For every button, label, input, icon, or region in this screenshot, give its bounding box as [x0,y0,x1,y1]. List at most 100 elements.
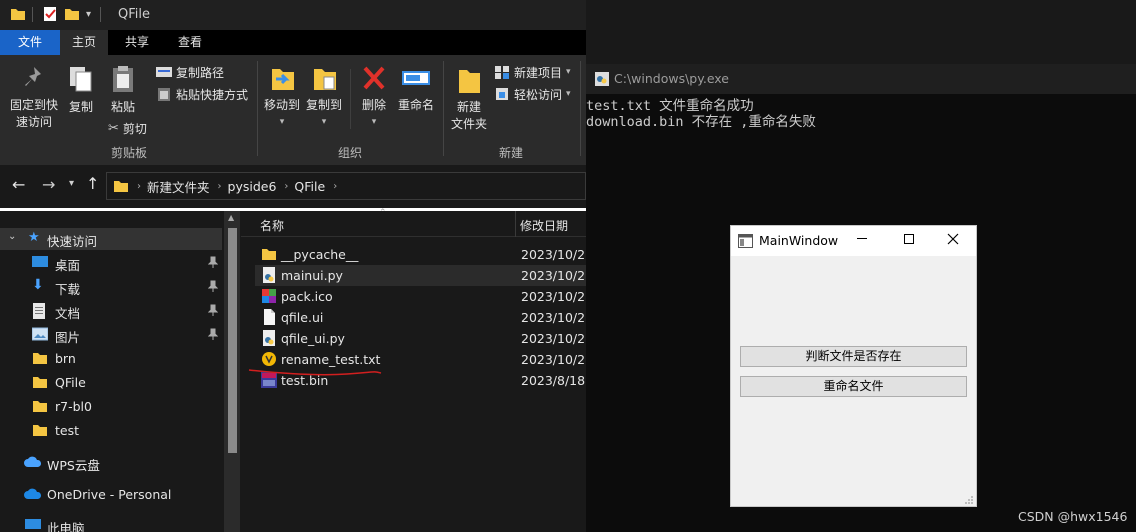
up-arrow-icon[interactable]: ↑ [86,174,99,193]
group-divider [443,61,444,156]
file-row-qfile-ui-py[interactable]: qfile_ui.py 2023/10/23 [255,328,586,349]
breadcrumb-separator-icon: › [137,180,141,192]
nav-item-desktop[interactable]: 桌面 [0,252,222,274]
python-file-icon [261,330,277,346]
nav-item-r7-bl0[interactable]: r7-bl0 [0,396,222,418]
star-icon: ★ [28,230,40,245]
rename-button[interactable]: 重命名 [396,63,436,114]
easy-access-button[interactable]: 轻松访问 ▾ [494,85,571,103]
close-icon[interactable] [947,233,959,245]
folder-icon [261,246,277,262]
folder-icon [32,399,48,413]
forward-arrow-icon[interactable]: → [42,175,55,194]
qt-main-window: MainWindow 判断文件是否存在 重命名文件 [730,225,977,507]
breadcrumb-item[interactable]: pyside6 [228,179,277,194]
nav-item-documents[interactable]: 文档 [0,300,222,322]
window-title: QFile [118,7,150,22]
copy-button[interactable]: 复制 [62,65,100,116]
chevron-down-icon: ▾ [321,117,327,127]
nav-item-wps-cloud[interactable]: WPS云盘 [0,452,222,474]
cloud-icon [24,455,42,469]
new-item-icon [494,65,510,79]
delete-label: 删除 [361,98,386,112]
new-folder-label-2: 文件夹 [450,117,487,131]
nav-item-label: 文档 [55,306,81,321]
rename-file-button[interactable]: 重命名文件 [740,376,967,397]
file-row-mainui[interactable]: mainui.py 2023/10/23 [255,265,586,286]
new-item-button[interactable]: 新建项目 ▾ [494,63,571,81]
nav-quick-access[interactable]: ⌄ ★ 快速访问 [0,228,222,250]
nav-item-label: 此电脑 [47,521,85,532]
navigation-pane: ⌄ ★ 快速访问 桌面 ⬇ 下载 文档 图片 brn QFile r7-bl0 … [0,211,240,532]
tab-file[interactable]: 文件 [0,30,60,55]
file-date: 2023/10/23 [521,289,586,304]
ribbon-tabs: 文件 主页 共享 查看 [0,30,586,55]
nav-item-label: test [55,423,80,438]
new-folder-icon[interactable] [64,6,80,22]
new-folder-icon [456,65,482,95]
copy-path-button[interactable]: 复制路径 [156,63,224,81]
paste-label: 粘贴 [110,100,135,114]
nav-item-label: QFile [55,375,86,390]
scroll-up-icon[interactable]: ▲ [228,213,234,222]
file-explorer-window: ▾ QFile 文件 主页 共享 查看 固定到快 速访问 复制 粘贴 复制路径 … [0,0,586,532]
pin-icon[interactable] [208,328,218,340]
chevron-down-icon: ▾ [279,117,285,127]
file-name: qfile_ui.py [281,331,345,346]
pin-icon[interactable] [208,280,218,292]
copy-to-icon [310,63,338,93]
nav-item-pictures[interactable]: 图片 [0,324,222,346]
pin-icon[interactable] [208,256,218,268]
new-folder-label-1: 新建 [456,100,481,114]
check-file-exists-button[interactable]: 判断文件是否存在 [740,346,967,367]
recent-locations-chevron-icon[interactable]: ▾ [69,178,74,189]
delete-button[interactable]: 删除 ▾ [356,63,392,131]
group-divider [257,61,258,156]
tab-view[interactable]: 查看 [165,30,215,55]
column-date-header[interactable]: 修改日期 [520,217,568,234]
ribbon: 固定到快 速访问 复制 粘贴 复制路径 粘贴快捷方式 ✂ 剪切 剪贴板 移动到 … [0,55,586,165]
file-row-qfile-ui[interactable]: qfile.ui 2023/10/23 [255,307,586,328]
file-row-pycache[interactable]: __pycache__ 2023/10/23 [255,244,586,265]
copy-label: 复制 [68,100,93,114]
column-name-header[interactable]: 名称 [260,217,284,234]
nav-scrollbar-thumb[interactable] [228,228,237,453]
cut-button[interactable]: ✂ 剪切 [108,119,147,137]
nav-item-downloads[interactable]: ⬇ 下载 [0,276,222,298]
nav-item-test[interactable]: test [0,420,222,442]
pin-icon[interactable] [208,304,218,316]
back-arrow-icon[interactable]: ← [12,175,25,194]
move-to-button[interactable]: 移动到 ▾ [262,63,302,131]
python-file-icon [261,267,277,283]
maximize-icon[interactable] [904,234,914,244]
breadcrumb-separator-icon: › [333,180,338,192]
nav-item-label: WPS云盘 [47,458,100,473]
delete-icon [360,63,388,93]
chevron-down-icon[interactable]: ⌄ [8,231,16,242]
app-icon [738,234,753,248]
nav-item-brn[interactable]: brn [0,348,222,370]
pin-to-quick-access-button[interactable]: 固定到快 速访问 [6,65,62,131]
breadcrumb-item[interactable]: QFile [294,179,325,194]
easy-access-label: 轻松访问 [514,87,563,102]
paste-button[interactable]: 粘贴 [104,65,142,116]
tab-share[interactable]: 共享 [112,30,162,55]
minimize-icon[interactable] [857,238,867,239]
tab-home[interactable]: 主页 [60,30,108,55]
chevron-down-icon[interactable]: ▾ [86,9,91,20]
chevron-down-icon: ▾ [371,117,377,127]
address-path-box[interactable]: › 新建文件夹 › pyside6 › QFile › [106,172,586,200]
nav-item-onedrive[interactable]: OneDrive - Personal [0,484,222,506]
column-header: ⌃ 名称 修改日期 [241,208,586,237]
breadcrumb-item[interactable]: 新建文件夹 [147,177,210,196]
copy-to-button[interactable]: 复制到 ▾ [304,63,344,131]
folder-icon [32,351,48,365]
nav-item-qfile[interactable]: QFile [0,372,222,394]
column-divider[interactable] [515,211,516,237]
resize-grip-icon[interactable] [965,496,974,505]
file-row-pack-ico[interactable]: pack.ico 2023/10/23 [255,286,586,307]
properties-icon[interactable] [42,6,58,22]
paste-shortcut-button[interactable]: 粘贴快捷方式 [156,85,248,103]
nav-item-this-pc[interactable]: 此电脑 [0,515,222,532]
new-folder-button[interactable]: 新建 文件夹 [448,65,490,133]
